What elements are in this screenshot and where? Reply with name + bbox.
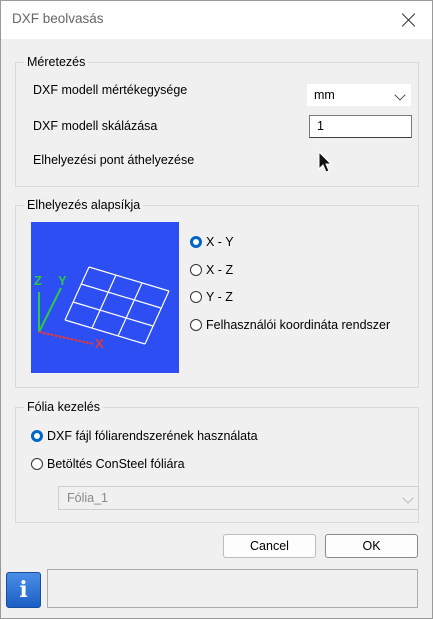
radio-circle	[190, 291, 202, 303]
radio-circle	[31, 430, 43, 442]
layers-group-label: Fólia kezelés	[24, 400, 103, 414]
scale-input-value: 1	[317, 119, 324, 133]
move-point-label: Elhelyezési pont áthelyezése	[33, 153, 195, 167]
axis-y-label: Y	[58, 273, 67, 288]
chevron-down-icon	[394, 89, 406, 101]
layer-select[interactable]: Fólia_1	[58, 486, 419, 510]
radio-load-to-consteel-layer-label: Betöltés ConSteel fóliára	[47, 457, 185, 471]
plane-preview-image: Z Y X	[31, 222, 179, 373]
radio-yz-label: Y - Z	[206, 290, 233, 304]
placement-group-label: Elhelyezés alapsíkja	[24, 198, 144, 212]
close-icon[interactable]	[398, 9, 420, 31]
ok-button[interactable]: OK	[325, 534, 418, 558]
info-icon[interactable]: i	[6, 572, 41, 608]
dxf-import-dialog: DXF beolvasás Méretezés DXF modell mérté…	[0, 0, 433, 619]
radio-xy-label: X - Y	[206, 235, 234, 249]
radio-circle	[190, 264, 202, 276]
mouse-cursor-icon	[318, 151, 333, 173]
radio-circle	[190, 236, 202, 248]
layer-select-value: Fólia_1	[67, 491, 108, 505]
window-title: DXF beolvasás	[12, 11, 104, 26]
status-message-field	[47, 569, 418, 608]
info-icon-glyph: i	[19, 577, 28, 603]
unit-label: DXF modell mértékegysége	[33, 83, 188, 97]
scale-input[interactable]: 1	[309, 115, 412, 138]
cancel-button[interactable]: Cancel	[223, 534, 316, 558]
radio-xz-label: X - Z	[206, 263, 234, 277]
unit-select[interactable]: mm	[307, 84, 411, 106]
scale-label: DXF modell skálázása	[33, 119, 158, 133]
radio-user-coordinate-system-label: Felhasználói koordináta rendszer	[206, 318, 391, 332]
axis-x-label: X	[95, 336, 104, 351]
radio-circle	[190, 319, 202, 331]
radio-use-dxf-layers-label: DXF fájl fóliarendszerének használata	[47, 429, 258, 443]
radio-circle	[31, 458, 43, 470]
chevron-down-icon	[402, 492, 414, 504]
unit-select-value: mm	[314, 88, 335, 102]
axis-z-label: Z	[34, 273, 42, 288]
title-bar: DXF beolvasás	[1, 1, 432, 39]
dimensions-group-label: Méretezés	[24, 55, 89, 69]
